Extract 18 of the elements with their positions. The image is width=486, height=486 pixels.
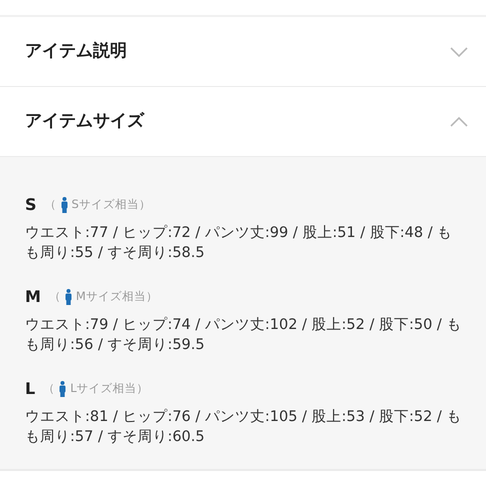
section-header[interactable]: アイテム説明: [0, 17, 486, 87]
chevron-down-icon: [450, 46, 468, 56]
size-measurements: ウエスト:79 / ヒップ:74 / パンツ丈:102 / 股上:52 / 股下:50 / もも周り:56 / すそ周り:59.5: [25, 316, 462, 355]
person-icon: [64, 289, 72, 305]
size-hint: Sサイズ相当）: [72, 196, 151, 214]
size-label: S: [25, 194, 37, 216]
size-hint: Mサイズ相当）: [76, 288, 158, 306]
paren-text: （: [43, 380, 56, 398]
paren-text: （: [48, 288, 61, 306]
person-icon: [60, 197, 68, 213]
person-icon: [59, 381, 66, 397]
size-label: M: [25, 286, 41, 308]
size-measurements: ウエスト:77 / ヒップ:72 / パンツ丈:99 / 股上:51 / 股下:48 / もも周り:55 / すそ周り:58.5: [25, 224, 454, 263]
size-label: L: [25, 378, 36, 400]
chevron-up-icon: [450, 116, 468, 126]
paren-text: （: [44, 196, 57, 214]
size-hint: Lサイズ相当）: [70, 380, 149, 398]
size-measurements: ウエスト:81 / ヒップ:76 / パンツ丈:105 / 股上:53 / 股下:52 / もも周り:57 / すそ周り:60.5: [25, 408, 462, 447]
